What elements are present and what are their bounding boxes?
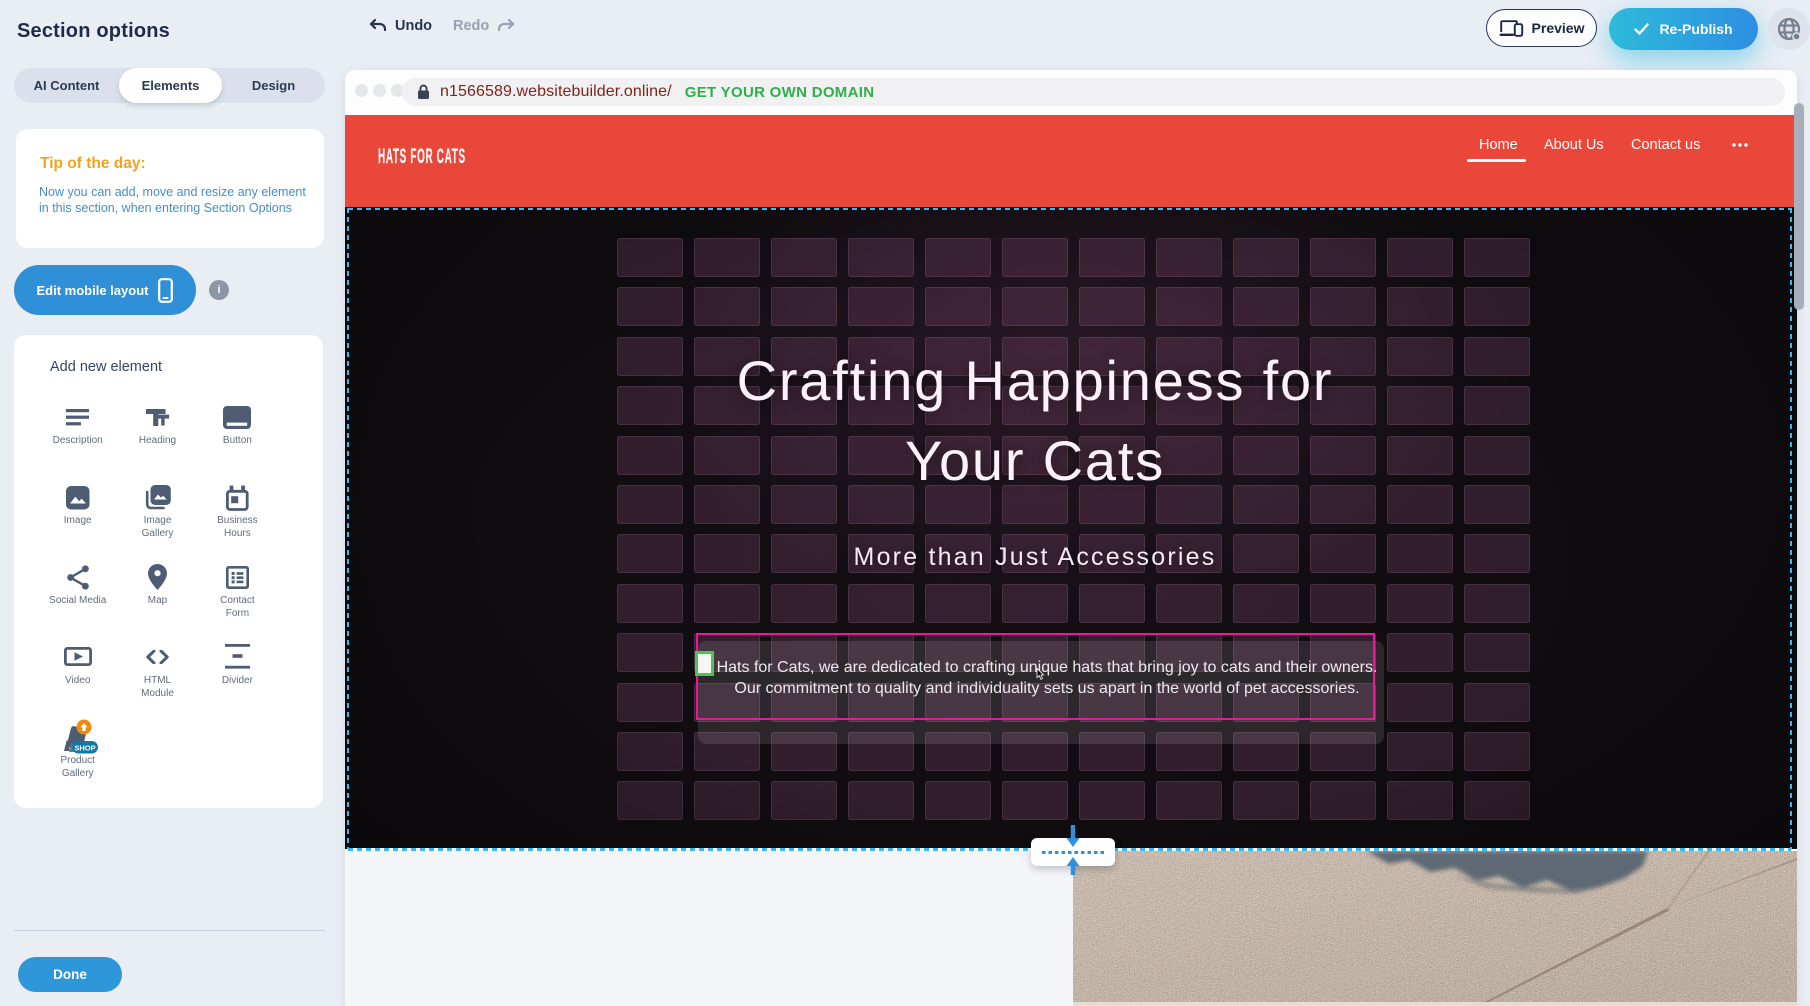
svg-text:SHOP: SHOP (74, 744, 95, 753)
